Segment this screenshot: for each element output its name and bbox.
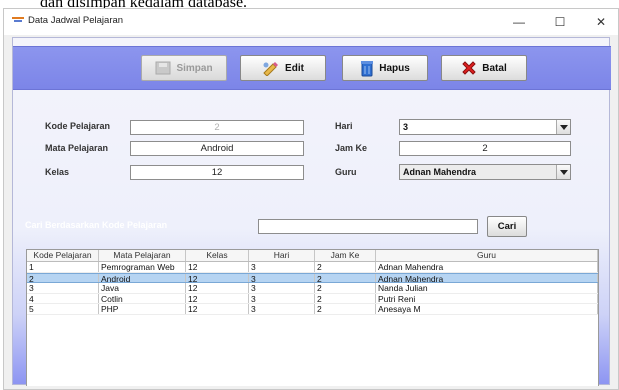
table-cell: Nanda Julian bbox=[376, 283, 598, 293]
table-cell: Java bbox=[99, 283, 186, 293]
column-header-mapel[interactable]: Mata Pelajaran bbox=[99, 250, 186, 261]
column-header-jamke[interactable]: Jam Ke bbox=[315, 250, 376, 261]
table-cell: 12 bbox=[186, 293, 249, 303]
table-cell: 3 bbox=[249, 304, 315, 314]
hari-select[interactable]: 3 bbox=[399, 119, 571, 135]
simpan-label: Simpan bbox=[176, 62, 213, 74]
table-cell: 3 bbox=[249, 273, 315, 282]
hapus-button[interactable]: Hapus bbox=[342, 55, 428, 81]
chevron-down-icon[interactable] bbox=[556, 120, 570, 134]
save-icon bbox=[155, 61, 171, 75]
table-cell: Android bbox=[99, 273, 186, 282]
table-cell: 2 bbox=[315, 304, 376, 314]
table-cell: Adnan Mahendra bbox=[376, 273, 598, 282]
edit-label: Edit bbox=[285, 62, 304, 74]
table-header: Kode Pelajaran Mata Pelajaran Kelas Hari… bbox=[27, 250, 598, 262]
table-cell: 2 bbox=[315, 262, 376, 272]
table-cell: 3 bbox=[249, 262, 315, 272]
table-cell: 12 bbox=[186, 283, 249, 293]
table-row[interactable]: 1 Pemrograman Web 12 3 2 Adnan Mahendra bbox=[27, 262, 598, 273]
table-cell: 2 bbox=[315, 293, 376, 303]
hari-selected-value: 3 bbox=[403, 122, 409, 132]
table-cell: Putri Reni bbox=[376, 293, 598, 303]
cari-button[interactable]: Cari bbox=[487, 216, 527, 237]
table-row-selected[interactable]: 2 Android 12 3 2 Adnan Mahendra bbox=[27, 272, 598, 283]
column-header-kode[interactable]: Kode Pelajaran bbox=[27, 250, 99, 261]
trash-icon bbox=[361, 60, 374, 76]
guru-select[interactable]: Adnan Mahendra bbox=[399, 164, 571, 180]
table-cell: PHP bbox=[99, 304, 186, 314]
kelas-field[interactable]: 12 bbox=[130, 165, 304, 180]
hari-label: Hari bbox=[335, 121, 353, 131]
minimize-button[interactable]: — bbox=[504, 11, 534, 33]
kode-pelajaran-field[interactable]: 2 bbox=[130, 120, 304, 135]
table-cell: 2 bbox=[315, 273, 376, 282]
table-cell: Adnan Mahendra bbox=[376, 262, 598, 272]
hapus-label: Hapus bbox=[379, 62, 410, 74]
table-row[interactable]: 5 PHP 12 3 2 Anesaya M bbox=[27, 304, 598, 315]
app-window: Data Jadwal Pelajaran — ☐ ✕ Simpan Edit … bbox=[3, 8, 619, 390]
guru-label: Guru bbox=[335, 167, 357, 177]
table-cell: 4 bbox=[27, 293, 99, 303]
window-title: Data Jadwal Pelajaran bbox=[28, 15, 124, 26]
table-row[interactable]: 4 Cotlin 12 3 2 Putri Reni bbox=[27, 293, 598, 304]
action-toolbar: Simpan Edit Hapus Batal bbox=[13, 46, 611, 90]
table-cell: 2 bbox=[315, 283, 376, 293]
table-cell: 12 bbox=[186, 262, 249, 272]
table-cell: 2 bbox=[27, 273, 99, 282]
kode-pelajaran-label: Kode Pelajaran bbox=[45, 121, 111, 131]
table-cell: 12 bbox=[186, 273, 249, 282]
batal-button[interactable]: Batal bbox=[441, 55, 527, 81]
mata-pelajaran-field[interactable]: Android bbox=[130, 141, 304, 156]
java-app-icon bbox=[12, 17, 24, 22]
simpan-button[interactable]: Simpan bbox=[141, 55, 227, 81]
column-header-kelas[interactable]: Kelas bbox=[186, 250, 249, 261]
column-header-hari[interactable]: Hari bbox=[249, 250, 315, 261]
table-cell: 5 bbox=[27, 304, 99, 314]
search-input[interactable] bbox=[258, 219, 478, 234]
table-cell: 3 bbox=[249, 283, 315, 293]
jam-ke-field[interactable]: 2 bbox=[399, 141, 571, 156]
table-cell: Cotlin bbox=[99, 293, 186, 303]
table-cell: 3 bbox=[249, 293, 315, 303]
table-cell: 3 bbox=[27, 283, 99, 293]
search-label: Cari Berdasarkan Kode Pelajaran bbox=[25, 220, 168, 230]
cancel-x-icon bbox=[462, 61, 476, 75]
main-panel: Simpan Edit Hapus Batal Kode Pelajaran 2 bbox=[12, 37, 611, 386]
jadwal-table: Kode Pelajaran Mata Pelajaran Kelas Hari… bbox=[26, 249, 599, 386]
batal-label: Batal bbox=[482, 62, 507, 74]
maximize-button[interactable]: ☐ bbox=[545, 11, 575, 33]
table-row[interactable]: 3 Java 12 3 2 Nanda Julian bbox=[27, 283, 598, 294]
table-cell: 1 bbox=[27, 262, 99, 272]
close-button[interactable]: ✕ bbox=[586, 11, 616, 33]
guru-selected-value: Adnan Mahendra bbox=[403, 167, 477, 177]
edit-button[interactable]: Edit bbox=[240, 55, 326, 81]
mata-pelajaran-label: Mata Pelajaran bbox=[45, 143, 109, 153]
edit-icon bbox=[263, 61, 279, 76]
kelas-label: Kelas bbox=[45, 167, 70, 177]
table-cell: 12 bbox=[186, 304, 249, 314]
screenshot-page: dan disimpan kedalam database. Data Jadw… bbox=[0, 0, 619, 390]
table-cell: Pemrograman Web bbox=[99, 262, 186, 272]
title-bar[interactable]: Data Jadwal Pelajaran — ☐ ✕ bbox=[4, 9, 618, 35]
chevron-down-icon[interactable] bbox=[556, 165, 570, 179]
table-cell: Anesaya M bbox=[376, 304, 598, 314]
column-header-guru[interactable]: Guru bbox=[376, 250, 598, 261]
jam-ke-label: Jam Ke bbox=[335, 143, 368, 153]
